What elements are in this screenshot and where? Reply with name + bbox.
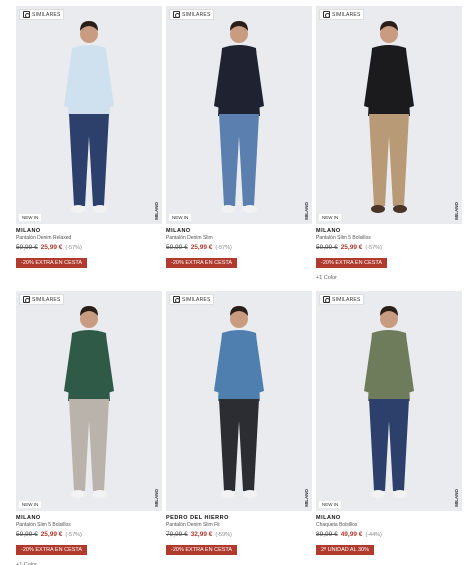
product-image[interactable]: SIMILARES NEW IN MILANO (316, 291, 462, 511)
promo-badge: -20% EXTRA EN CESTA (316, 258, 388, 268)
product-brand[interactable]: MILANO (166, 228, 312, 234)
product-card[interactable]: SIMILARES NEW IN MILANO MILANO (166, 6, 312, 281)
price-line: 59,99 € 25,99 € (-57%) (316, 244, 462, 251)
model-figure (64, 21, 114, 213)
promo-badge: -20% EXTRA EN CESTA (166, 258, 238, 268)
model-shoe-left (71, 205, 85, 213)
sale-price: 25,99 € (190, 244, 213, 251)
old-price: 79,99 € (166, 531, 188, 538)
more-colors-link[interactable]: +1 Color (316, 275, 462, 281)
model-figure (64, 306, 114, 498)
promo-badge: -20% EXTRA EN CESTA (166, 545, 238, 555)
discount-percent: (-57%) (215, 244, 232, 251)
product-info: MILANO Pantalón Slim 5 Bolsillos 59,99 €… (316, 224, 462, 281)
model-figure (364, 21, 414, 213)
product-image[interactable]: SIMILARES NEW IN MILANO (166, 6, 312, 224)
old-price: 89,99 € (316, 531, 338, 538)
model-shoe-right (243, 205, 257, 213)
model-shoe-left (371, 205, 385, 213)
product-row-1: SIMILARES NEW IN MILANO MILANO Pantalón … (16, 6, 462, 281)
old-price: 59,99 € (16, 531, 38, 538)
product-name[interactable]: Pantalón Slim 5 Bolsillos (316, 235, 462, 241)
new-in-badge: NEW IN (319, 501, 342, 508)
model-shoe-left (221, 490, 235, 498)
product-name[interactable]: Chaqueta Bolsillos (316, 522, 462, 528)
model-shoe-right (93, 205, 107, 213)
price-line: 59,99 € 25,99 € (-57%) (166, 244, 312, 251)
model-shoe-right (393, 490, 407, 498)
product-card[interactable]: SIMILARES NEW IN MILANO MILANO (316, 291, 462, 565)
sale-price: 25,99 € (40, 244, 63, 251)
price-line: 79,99 € 32,99 € (-59%) (166, 531, 312, 538)
discount-percent: (-57%) (65, 244, 82, 251)
old-price: 59,99 € (166, 244, 188, 251)
model-shoe-right (93, 490, 107, 498)
promo-badge: 2ª UNIDAD AL 30% (316, 545, 374, 555)
product-info: PEDRO DEL HIERRO Pantalón Denim Slim Fit… (166, 511, 312, 556)
product-image[interactable]: SIMILARES NEW IN MILANO (16, 6, 162, 224)
model-shoe-left (71, 490, 85, 498)
promo-badge: -20% EXTRA EN CESTA (16, 258, 88, 268)
product-brand[interactable]: MILANO (316, 515, 462, 521)
brand-watermark-icon: MILANO (454, 202, 459, 220)
product-image[interactable]: SIMILARES NEW IN MILANO (16, 291, 162, 511)
product-brand[interactable]: MILANO (316, 228, 462, 234)
model-pants (219, 114, 259, 206)
model-figure (214, 21, 264, 213)
model-figure (214, 306, 264, 498)
sale-price: 25,99 € (340, 244, 363, 251)
brand-watermark-icon: MILANO (154, 202, 159, 220)
product-image[interactable]: SIMILARES NEW IN MILANO (316, 6, 462, 224)
model-shoe-right (393, 205, 407, 213)
new-in-badge: NEW IN (169, 214, 192, 221)
product-name[interactable]: Pantalón Denim Relaxed (16, 235, 162, 241)
old-price: 59,99 € (316, 244, 338, 251)
brand-watermark-icon: MILANO (304, 202, 309, 220)
product-info: MILANO Pantalón Slim 5 Bolsillos 59,99 €… (16, 511, 162, 565)
product-name[interactable]: Pantalón Denim Slim Fit (166, 522, 312, 528)
brand-watermark-icon: MILANO (454, 489, 459, 507)
model-pants (369, 114, 409, 206)
sale-price: 32,99 € (190, 531, 213, 538)
product-info: MILANO Pantalón Denim Slim 59,99 € 25,99… (166, 224, 312, 269)
product-name[interactable]: Pantalón Denim Slim (166, 235, 312, 241)
price-line: 59,99 € 25,99 € (-57%) (16, 531, 162, 538)
brand-watermark-icon: MILANO (154, 489, 159, 507)
new-in-badge: NEW IN (19, 501, 42, 508)
model-shoe-left (221, 205, 235, 213)
product-info: MILANO Chaqueta Bolsillos 89,99 € 49,99 … (316, 511, 462, 556)
sale-price: 25,99 € (40, 531, 63, 538)
discount-percent: (-59%) (215, 531, 232, 538)
model-figure (364, 306, 414, 498)
model-pants (69, 399, 109, 491)
product-info: MILANO Pantalón Denim Relaxed 59,99 € 25… (16, 224, 162, 269)
model-pants (69, 114, 109, 206)
discount-percent: (-57%) (365, 244, 382, 251)
product-card[interactable]: SIMILARES NEW IN MILANO MILANO (16, 6, 162, 281)
model-pants (219, 399, 259, 491)
model-pants (369, 399, 409, 491)
product-brand[interactable]: PEDRO DEL HIERRO (166, 515, 312, 521)
product-row-2: SIMILARES NEW IN MILANO MILANO Pantalón … (16, 291, 462, 565)
price-line: 89,99 € 49,99 € (-44%) (316, 531, 462, 538)
model-shoe-right (243, 490, 257, 498)
sale-price: 49,99 € (340, 531, 363, 538)
new-in-badge: NEW IN (319, 214, 342, 221)
brand-watermark-icon: MILANO (304, 489, 309, 507)
product-brand[interactable]: MILANO (16, 228, 162, 234)
product-brand[interactable]: MILANO (16, 515, 162, 521)
old-price: 59,99 € (16, 244, 38, 251)
product-name[interactable]: Pantalón Slim 5 Bolsillos (16, 522, 162, 528)
discount-percent: (-44%) (365, 531, 382, 538)
discount-percent: (-57%) (65, 531, 82, 538)
new-in-badge: NEW IN (19, 214, 42, 221)
model-shoe-left (371, 490, 385, 498)
price-line: 59,99 € 25,99 € (-57%) (16, 244, 162, 251)
product-card[interactable]: SIMILARES NEW IN MILANO MILANO (316, 6, 462, 281)
product-card[interactable]: SIMILARES MILANO PEDRO DEL HIERRO Pantal… (166, 291, 312, 565)
product-image[interactable]: SIMILARES MILANO (166, 291, 312, 511)
promo-badge: -20% EXTRA EN CESTA (16, 545, 88, 555)
product-card[interactable]: SIMILARES NEW IN MILANO MILANO (16, 291, 162, 565)
